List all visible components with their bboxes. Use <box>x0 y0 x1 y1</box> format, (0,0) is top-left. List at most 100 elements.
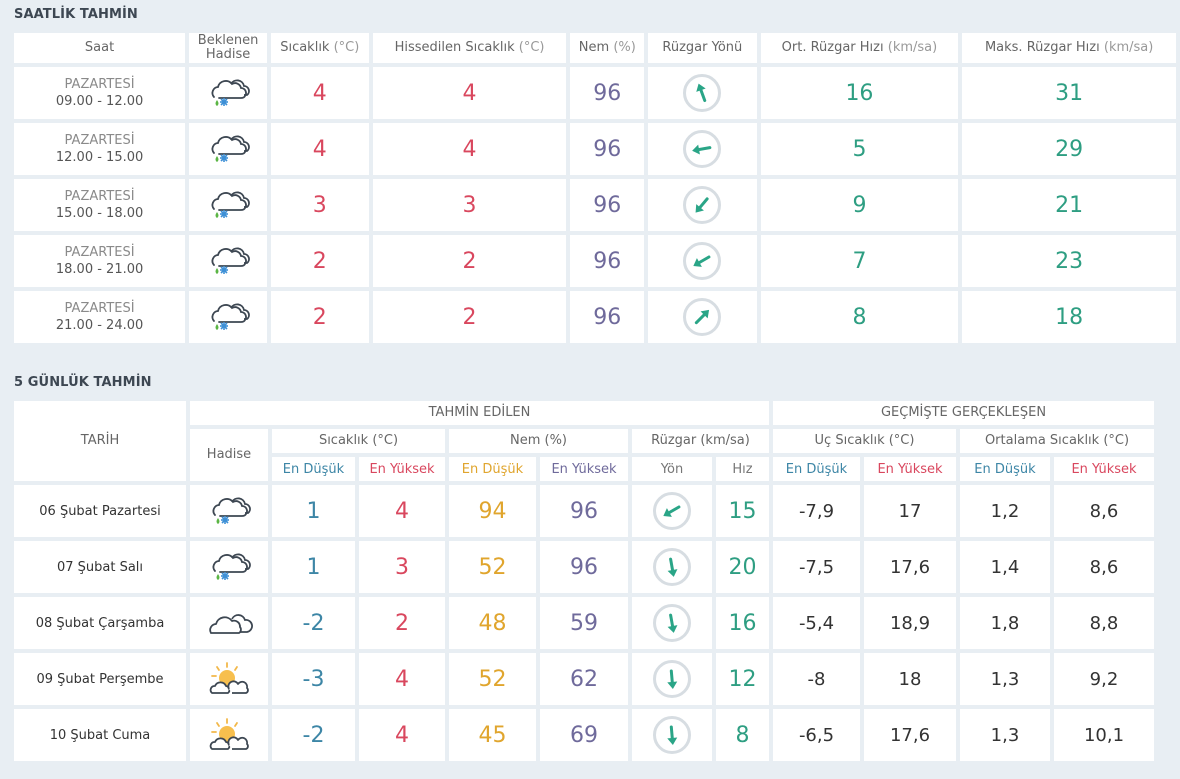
wind-max: 21 <box>962 179 1176 231</box>
header-sicaklik: Sıcaklık (°C) <box>272 429 445 453</box>
average-max: 8,6 <box>1054 541 1154 593</box>
hourly-forecast-table: Saat Beklenen Hadise Sıcaklık (°C) Hisse… <box>10 29 1180 347</box>
wind-direction <box>632 541 712 593</box>
humidity: 96 <box>570 235 645 287</box>
extreme-max: 17,6 <box>864 541 956 593</box>
header-ortalama-sicaklik: Ortalama Sıcaklık (°C) <box>960 429 1154 453</box>
daily-section-title: 5 GÜNLÜK TAHMİN <box>14 375 152 390</box>
humidity-max: 59 <box>540 597 628 649</box>
header-temp-min: En Düşük <box>272 457 355 481</box>
humidity: 96 <box>570 291 645 343</box>
header-sicaklik: Sıcaklık (°C) <box>270 33 369 63</box>
header-wind-dir: Yön <box>632 457 712 481</box>
feels-like: 3 <box>372 179 567 231</box>
rain-snow-icon <box>205 553 253 580</box>
wind-direction-compass-icon <box>653 716 691 754</box>
average-max: 9,2 <box>1054 653 1154 705</box>
partly-cloudy-icon <box>205 718 253 750</box>
header-hissedilen: Hissedilen Sıcaklık (°C) <box>372 33 567 63</box>
weather-cell <box>189 291 267 343</box>
header-unit: (km/sa) <box>887 40 938 55</box>
wind-max: 18 <box>962 291 1176 343</box>
average-max: 10,1 <box>1054 709 1154 761</box>
header-unit: (km/sa) <box>1103 40 1154 55</box>
date: 09 Şubat Perşembe <box>14 653 186 705</box>
wind-speed: 8 <box>716 709 769 761</box>
humidity: 96 <box>570 123 645 175</box>
wind-avg: 9 <box>760 179 959 231</box>
wind-direction <box>648 291 757 343</box>
feels-like: 4 <box>372 67 567 119</box>
average-max: 8,8 <box>1054 597 1154 649</box>
temp-min: -2 <box>272 597 355 649</box>
humidity: 96 <box>570 179 645 231</box>
humidity-max: 96 <box>540 541 628 593</box>
wind-direction-compass-icon <box>683 74 722 112</box>
header-wind-speed: Hız <box>716 457 769 481</box>
weather-cell <box>190 485 268 537</box>
wind-direction <box>632 653 712 705</box>
average-min: 1,3 <box>960 653 1050 705</box>
weather-cell <box>190 597 268 649</box>
wind-direction-compass-icon <box>683 130 722 168</box>
time-cell: PAZARTESİ 09.00 - 12.00 <box>14 67 186 119</box>
rain-snow-icon <box>204 79 252 106</box>
day-label: PAZARTESİ <box>64 245 135 260</box>
average-min: 1,8 <box>960 597 1050 649</box>
wind-max: 23 <box>962 235 1176 287</box>
header-ruzgar-yonu: Rüzgar Yönü <box>648 33 757 63</box>
wind-direction-compass-icon <box>683 242 722 280</box>
daily-row: 06 Şubat Pazartesi 1 4 94 96 15 -7,9 17 1,2 8,6 <box>14 485 1154 537</box>
wind-direction <box>648 67 757 119</box>
wind-direction-compass-icon <box>653 548 691 586</box>
wind-direction <box>632 597 712 649</box>
humidity-max: 69 <box>540 709 628 761</box>
header-ext-max: En Yüksek <box>864 457 956 481</box>
average-max: 8,6 <box>1054 485 1154 537</box>
temperature: 2 <box>270 235 369 287</box>
wind-speed: 15 <box>716 485 769 537</box>
wind-avg: 16 <box>760 67 959 119</box>
day-label: PAZARTESİ <box>64 301 135 316</box>
average-min: 1,4 <box>960 541 1050 593</box>
rain-snow-icon <box>205 497 253 524</box>
header-nem: Nem (%) <box>449 429 628 453</box>
extreme-max: 18,9 <box>864 597 956 649</box>
feels-like: 2 <box>372 291 567 343</box>
temp-max: 2 <box>359 597 445 649</box>
time-cell: PAZARTESİ 12.00 - 15.00 <box>14 123 186 175</box>
header-gecmiste: GEÇMİŞTE GERÇEKLEŞEN <box>773 401 1154 425</box>
date: 07 Şubat Salı <box>14 541 186 593</box>
header-label: Nem <box>578 40 610 55</box>
cloudy-icon <box>205 613 253 634</box>
temp-min: -2 <box>272 709 355 761</box>
daily-forecast-table: TARİH TAHMİN EDİLEN GEÇMİŞTE GERÇEKLEŞEN… <box>10 397 1158 765</box>
daily-row: 08 Şubat Çarşamba -2 2 48 59 16 -5,4 18,9 1,8 8,8 <box>14 597 1154 649</box>
rain-snow-icon <box>204 247 252 274</box>
wind-direction <box>648 179 757 231</box>
header-maks-ruzgar: Maks. Rüzgar Hızı (km/sa) <box>962 33 1176 63</box>
weather-cell <box>190 541 268 593</box>
humidity-max: 96 <box>540 485 628 537</box>
time-cell: PAZARTESİ 18.00 - 21.00 <box>14 235 186 287</box>
wind-direction <box>632 485 712 537</box>
hourly-row: PAZARTESİ 09.00 - 12.00 4 4 96 16 31 <box>14 67 1176 119</box>
feels-like: 4 <box>372 123 567 175</box>
wind-direction-compass-icon <box>653 604 691 642</box>
header-ext-min: En Düşük <box>773 457 860 481</box>
header-hum-min: En Düşük <box>449 457 536 481</box>
time-range: 18.00 - 21.00 <box>55 262 144 277</box>
time-range: 12.00 - 15.00 <box>55 150 144 165</box>
time-range: 15.00 - 18.00 <box>55 206 144 221</box>
time-range: 21.00 - 24.00 <box>55 318 144 333</box>
wind-speed: 12 <box>716 653 769 705</box>
wind-avg: 7 <box>760 235 959 287</box>
weather-cell <box>189 235 267 287</box>
temp-min: -3 <box>272 653 355 705</box>
rain-snow-icon <box>204 191 252 218</box>
day-label: PAZARTESİ <box>64 133 135 148</box>
humidity-min: 94 <box>449 485 536 537</box>
wind-direction <box>648 123 757 175</box>
hourly-section-title: SAATLİK TAHMİN <box>14 7 138 22</box>
extreme-min: -7,9 <box>773 485 860 537</box>
